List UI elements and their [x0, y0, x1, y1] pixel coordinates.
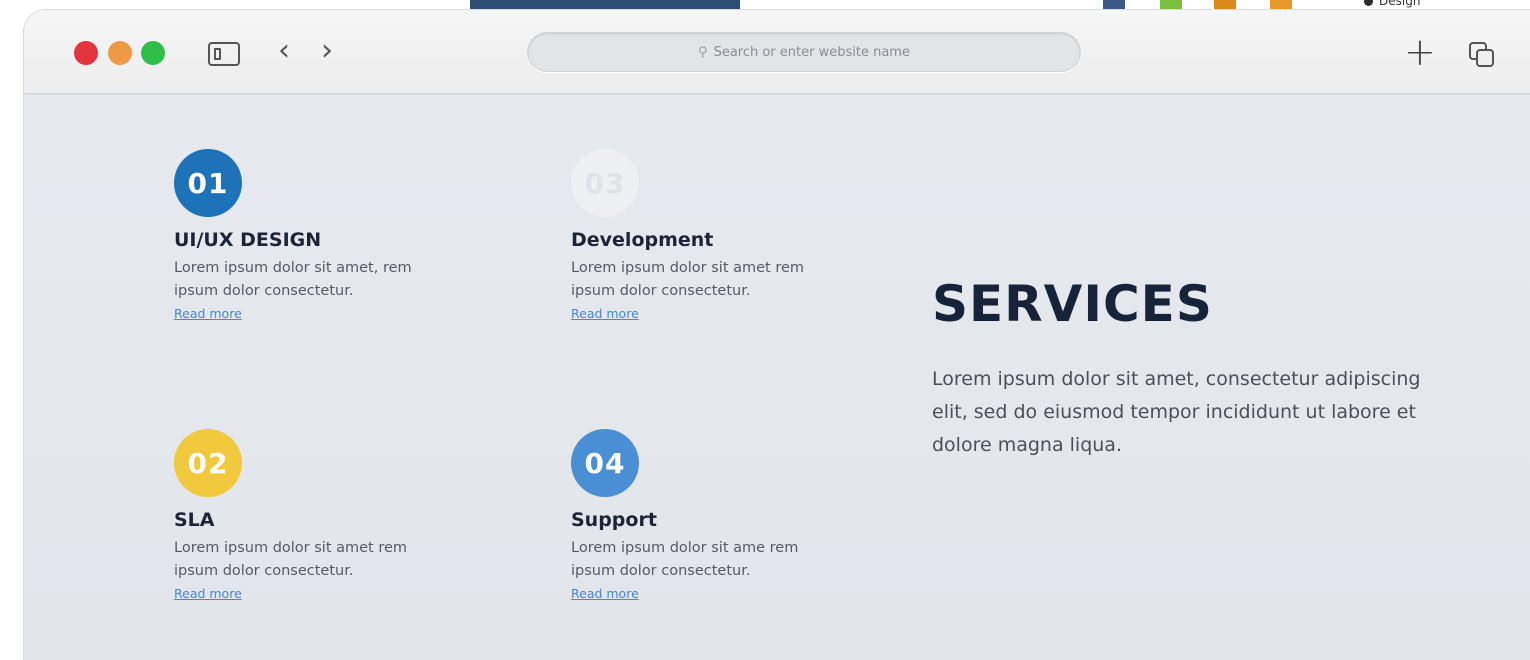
backdrop-legend: Design: [1364, 0, 1420, 8]
address-placeholder: Search or enter website name: [713, 44, 910, 60]
service-title: SLA: [174, 509, 215, 531]
read-more-link[interactable]: Read more: [174, 586, 242, 601]
new-tab-button[interactable]: +: [1404, 32, 1436, 72]
service-card-support: 04 Support Lorem ipsum dolor sit ame rem…: [571, 429, 871, 602]
service-title: Support: [571, 509, 657, 531]
browser-toolbar: ‹ › ⚲ Search or enter website name +: [24, 10, 1530, 94]
service-title: Development: [571, 229, 714, 251]
service-number-badge: 03: [571, 149, 639, 217]
service-description: Lorem ipsum dolor sit amet rem ipsum dol…: [174, 540, 408, 579]
service-card-development: 03 Development Lorem ipsum dolor sit ame…: [571, 149, 871, 322]
page-content: 01 UI/UX DESIGN Lorem ipsum dolor sit am…: [24, 95, 1530, 660]
service-description: Lorem ipsum dolor sit amet rem ipsum dol…: [571, 260, 805, 299]
address-bar[interactable]: ⚲ Search or enter website name: [527, 32, 1081, 72]
chevron-left-icon[interactable]: ‹: [278, 36, 290, 66]
browser-window: ‹ › ⚲ Search or enter website name + 01 …: [24, 10, 1530, 660]
services-description: Lorem ipsum dolor sit amet, consectetur …: [932, 368, 1421, 456]
service-number-badge: 04: [571, 429, 639, 497]
minimize-window-button[interactable]: [108, 41, 132, 65]
service-card-sla: 02 SLA Lorem ipsum dolor sit amet rem ip…: [174, 429, 474, 602]
read-more-link[interactable]: Read more: [174, 306, 242, 321]
page-title: SERVICES: [932, 275, 1213, 333]
zoom-window-button[interactable]: [141, 41, 165, 65]
service-card-uiux: 01 UI/UX DESIGN Lorem ipsum dolor sit am…: [174, 149, 474, 322]
service-number-badge: 01: [174, 149, 242, 217]
legend-dot-icon: [1364, 0, 1373, 6]
search-icon: ⚲: [698, 44, 708, 60]
service-number-badge: 02: [174, 429, 242, 497]
backdrop-legend-label: Design: [1379, 0, 1421, 8]
close-window-button[interactable]: [74, 41, 98, 65]
chevron-right-icon[interactable]: ›: [321, 36, 333, 66]
service-description: Lorem ipsum dolor sit amet, rem ipsum do…: [174, 260, 412, 299]
sidebar-icon[interactable]: [208, 42, 240, 66]
read-more-link[interactable]: Read more: [571, 586, 639, 601]
service-title: UI/UX DESIGN: [174, 229, 322, 251]
read-more-link[interactable]: Read more: [571, 306, 639, 321]
tabs-overview-front-square: [1476, 49, 1494, 67]
service-description: Lorem ipsum dolor sit ame rem ipsum dolo…: [571, 540, 799, 579]
tabs-overview-icon[interactable]: [1469, 42, 1495, 68]
